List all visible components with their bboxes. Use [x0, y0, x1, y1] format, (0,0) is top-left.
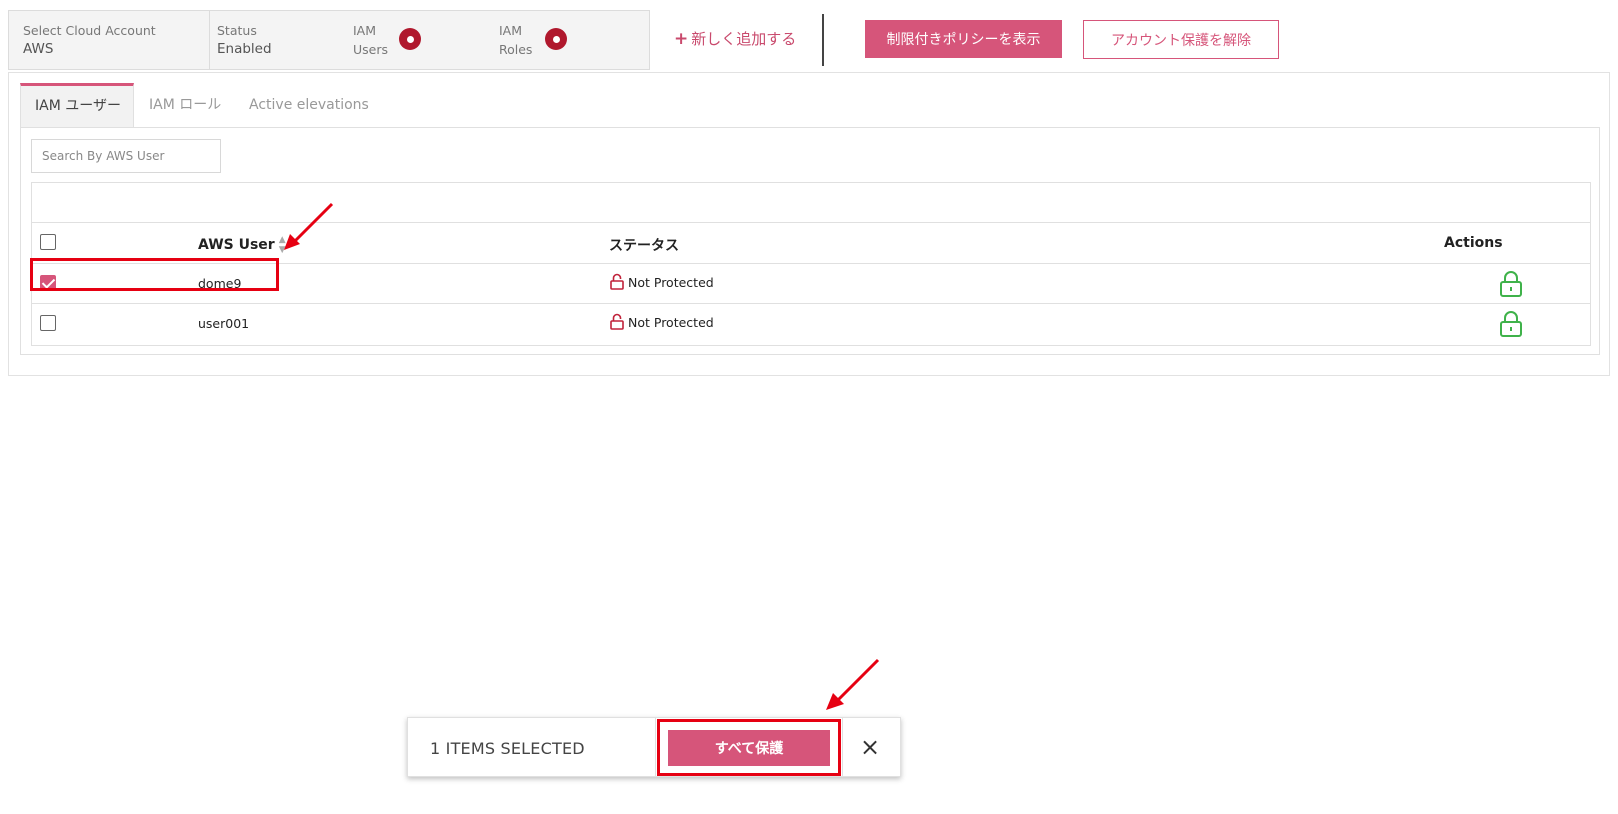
iam-roles-label-1: IAM	[499, 23, 523, 38]
tab-iam-users[interactable]: IAM ユーザー	[20, 83, 134, 127]
arrow-annotation-icon	[284, 202, 334, 250]
iam-roles-label-2: Roles	[499, 42, 533, 57]
selection-bar-divider	[655, 718, 656, 776]
iam-users-red-status-dot-icon	[399, 28, 421, 50]
column-header-aws-user[interactable]: AWS User ▲ ▼	[198, 235, 286, 255]
status-value: Enabled	[217, 41, 272, 57]
arrow-annotation-icon	[826, 658, 880, 710]
selected-row-highlight	[30, 258, 279, 291]
summary-divider	[209, 11, 210, 69]
status-block: Status Enabled	[217, 21, 272, 59]
search-input[interactable]	[31, 139, 221, 173]
status-cell: Not Protected	[610, 313, 714, 330]
unlocked-icon	[610, 313, 624, 330]
cloud-account-label: Select Cloud Account	[23, 23, 156, 38]
status-text: Not Protected	[628, 315, 714, 330]
iam-users-panel: AWS User▲▼ ステータス Actions dome9 Not Prote…	[20, 127, 1600, 355]
select-all-checkbox[interactable]	[40, 234, 56, 250]
column-header-actions: Actions	[1444, 235, 1503, 251]
protect-button-highlight	[657, 719, 841, 776]
protect-lock-icon[interactable]	[1499, 311, 1523, 341]
plus-icon: +	[674, 29, 689, 49]
iam-roles-block: IAM Roles	[499, 21, 532, 59]
iam-users-label-1: IAM	[353, 23, 377, 38]
toolbar-divider	[822, 14, 824, 66]
column-header-status: ステータス	[609, 238, 679, 254]
selected-count-text: 1 ITEMS SELECTED	[430, 739, 585, 758]
protect-lock-icon[interactable]	[1499, 271, 1523, 301]
unprotect-account-button[interactable]: アカウント保護を解除	[1083, 20, 1279, 59]
close-icon[interactable]: ×	[860, 732, 880, 762]
status-text: Not Protected	[628, 275, 714, 290]
table-row: user001 Not Protected	[32, 304, 1590, 344]
iam-users-label-2: Users	[353, 42, 389, 57]
show-restricted-policy-button[interactable]: 制限付きポリシーを表示	[865, 20, 1062, 58]
aws-user-name: user001	[198, 316, 250, 331]
row-checkbox[interactable]	[40, 315, 56, 331]
status-label: Status	[217, 23, 257, 38]
unlocked-icon	[610, 273, 624, 290]
aws-user-header-label: AWS User	[198, 237, 275, 253]
cloud-account-value: AWS	[23, 41, 54, 57]
cloud-account-selector[interactable]: Select Cloud Account AWS	[23, 21, 156, 59]
selection-bar-divider	[842, 718, 843, 776]
status-cell: Not Protected	[610, 273, 714, 290]
iam-roles-red-status-dot-icon	[545, 28, 567, 50]
table-toolbar	[32, 183, 1590, 223]
iam-users-block: IAM Users	[353, 21, 388, 59]
tab-iam-roles[interactable]: IAM ロール	[135, 83, 235, 127]
add-new-link[interactable]: + 新しく追加する	[674, 28, 796, 49]
tab-active-elevations[interactable]: Active elevations	[235, 83, 383, 127]
main-content: IAM ユーザー IAM ロール Active elevations AWS U…	[8, 72, 1610, 376]
account-summary-panel: Select Cloud Account AWS Status Enabled …	[8, 10, 650, 70]
add-new-label: 新しく追加する	[691, 30, 797, 48]
